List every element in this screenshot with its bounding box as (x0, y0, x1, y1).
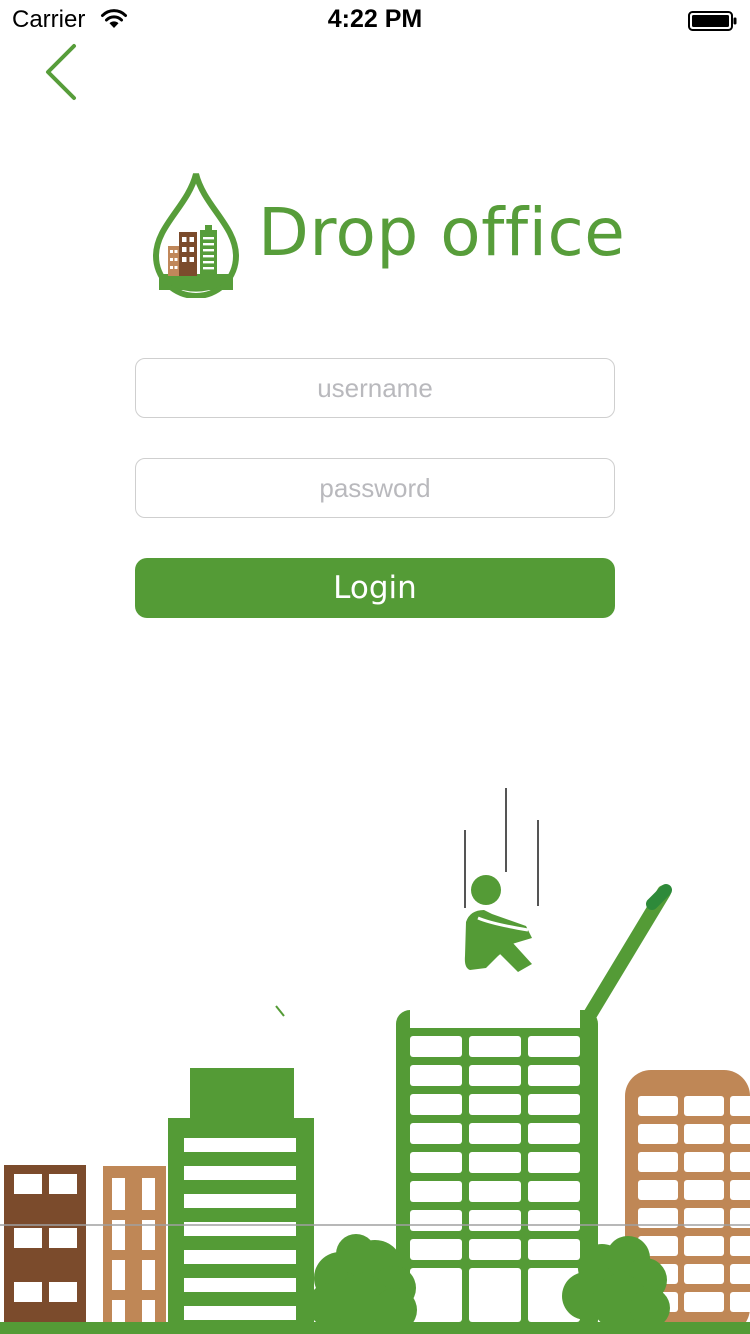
drop-buildings-logo (152, 173, 240, 298)
chevron-left-icon[interactable] (40, 40, 84, 104)
password-field[interactable] (135, 458, 615, 518)
battery-icon (688, 11, 737, 31)
brand-name: Drop office (258, 194, 626, 271)
city-illustration (0, 788, 750, 1334)
username-input[interactable] (136, 359, 614, 417)
status-bar: Carrier 4:22 PM (0, 0, 750, 40)
falling-person-illustration (464, 788, 539, 972)
clock: 4:22 PM (327, 5, 423, 33)
login-button[interactable]: Login (135, 558, 615, 618)
password-input[interactable] (136, 459, 614, 517)
username-field[interactable] (135, 358, 615, 418)
